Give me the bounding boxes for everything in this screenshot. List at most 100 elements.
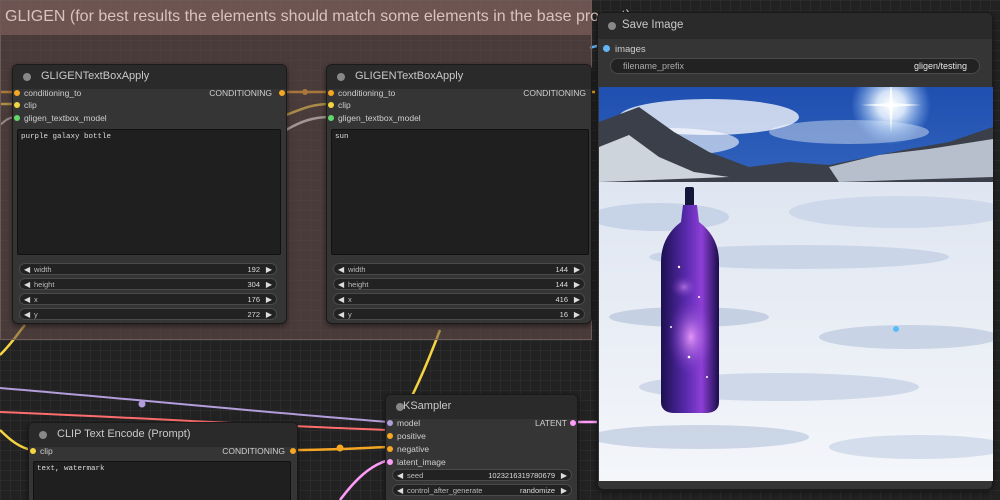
x-widget[interactable]: ◀ x 176 ▶ [19,293,277,305]
widget-label: y [34,310,38,319]
height-widget[interactable]: ◀ height 144 ▶ [333,278,585,290]
widget-label: height [348,280,369,289]
collapse-dot-icon[interactable] [337,73,345,81]
decrement-arrow-icon[interactable]: ◀ [338,280,344,289]
gligen-textbox-apply-node-1[interactable]: GLIGENTextBoxApply conditioning_to CONDI… [12,64,287,324]
output-conditioning: CONDITIONING [523,88,586,98]
input-gligen-textbox-model: gligen_textbox_model [24,113,107,123]
widget-label: seed [407,471,424,480]
input-slot-dot-icon[interactable] [14,115,20,121]
decrement-arrow-icon[interactable]: ◀ [338,295,344,304]
decrement-arrow-icon[interactable]: ◀ [397,471,403,480]
generated-image [599,87,993,481]
output-conditioning: CONDITIONING [222,446,285,456]
increment-arrow-icon[interactable]: ▶ [561,471,567,480]
input-slot-dot-icon[interactable] [387,446,393,452]
collapse-dot-icon[interactable] [39,431,47,439]
decrement-arrow-icon[interactable]: ◀ [338,265,344,274]
increment-arrow-icon[interactable]: ▶ [574,280,580,289]
decrement-arrow-icon[interactable]: ◀ [24,280,30,289]
input-slot-dot-icon[interactable] [328,115,334,121]
widget-value: 416 [555,295,568,304]
output-slot-dot-icon[interactable] [570,420,576,426]
input-conditioning-to: conditioning_to [24,88,82,98]
decrement-arrow-icon[interactable]: ◀ [24,295,30,304]
output-latent: LATENT [535,418,567,428]
widget-value: 1023216319780679 [488,471,555,480]
x-widget[interactable]: ◀ x 416 ▶ [333,293,585,305]
input-slot-dot-icon[interactable] [30,448,36,454]
output-image[interactable] [599,87,993,481]
input-conditioning-to: conditioning_to [338,88,396,98]
increment-arrow-icon[interactable]: ▶ [574,295,580,304]
increment-arrow-icon[interactable]: ▶ [266,295,272,304]
input-slot-dot-icon[interactable] [387,433,393,439]
increment-arrow-icon[interactable]: ▶ [266,280,272,289]
width-widget[interactable]: ◀ width 144 ▶ [333,263,585,275]
widget-label: y [348,310,352,319]
text-input[interactable]: sun [331,129,589,255]
reroute-dot [138,400,146,408]
gligen-textbox-apply-node-2[interactable]: GLIGENTextBoxApply conditioning_to CONDI… [326,64,592,324]
node-title-bar[interactable]: CLIP Text Encode (Prompt) [29,423,297,447]
decrement-arrow-icon[interactable]: ◀ [397,486,403,495]
seed-widget[interactable]: ◀ seed 1023216319780679 ▶ [392,469,572,481]
output-slot-dot-icon[interactable] [290,448,296,454]
input-clip: clip [24,100,37,110]
text-input[interactable]: purple galaxy bottle [17,129,281,255]
text-input[interactable]: text, watermark [33,461,291,500]
input-images: images [615,44,646,55]
node-title: GLIGENTextBoxApply [355,70,464,82]
input-slot-dot-icon[interactable] [14,102,20,108]
control-after-generate-widget[interactable]: ◀ control_after_generate randomize ▶ [392,484,572,496]
filename-prefix-input[interactable]: filename_prefix gligen/testing [610,58,980,74]
input-slot-dot-icon[interactable] [387,420,393,426]
node-title: KSampler [403,400,452,412]
widget-label: x [348,295,352,304]
height-widget[interactable]: ◀ height 304 ▶ [19,278,277,290]
widget-value: 176 [247,295,260,304]
widget-label: width [34,265,52,274]
widget-value: 144 [555,265,568,274]
input-slot-dot-icon[interactable] [603,45,610,52]
node-title-bar[interactable]: GLIGENTextBoxApply [327,65,591,89]
node-title-bar[interactable]: GLIGENTextBoxApply [13,65,286,89]
widget-value: 272 [247,310,260,319]
collapse-dot-icon[interactable] [608,22,616,30]
node-title-bar[interactable]: Save Image [598,13,992,39]
input-negative: negative [397,444,430,454]
collapse-dot-icon[interactable] [23,73,31,81]
widget-label: x [34,295,38,304]
increment-arrow-icon[interactable]: ▶ [574,265,580,274]
output-conditioning: CONDITIONING [209,88,272,98]
output-slot-dot-icon[interactable] [279,90,285,96]
input-slot-dot-icon[interactable] [328,102,334,108]
node-title-bar[interactable]: KSampler [386,395,577,419]
input-model: model [397,418,421,428]
save-image-node[interactable]: Save Image images filename_prefix gligen… [597,12,993,490]
increment-arrow-icon[interactable]: ▶ [561,486,567,495]
widget-label: control_after_generate [407,486,483,495]
reroute-dot [336,444,344,452]
increment-arrow-icon[interactable]: ▶ [266,310,272,319]
wire-clip [408,329,442,401]
widget-value: 16 [559,310,568,319]
node-graph-canvas[interactable]: GLIGEN (for best results the elements sh… [0,0,1000,500]
y-widget[interactable]: ◀ y 272 ▶ [19,308,277,320]
input-slot-dot-icon[interactable] [328,90,334,96]
clip-text-encode-node[interactable]: CLIP Text Encode (Prompt) clip CONDITION… [28,422,298,500]
widget-value: 192 [247,265,260,274]
group-header[interactable]: GLIGEN (for best results the elements sh… [1,1,631,35]
input-slot-dot-icon[interactable] [14,90,20,96]
width-widget[interactable]: ◀ width 192 ▶ [19,263,277,275]
input-slot-dot-icon[interactable] [387,459,393,465]
input-clip: clip [338,100,351,110]
decrement-arrow-icon[interactable]: ◀ [338,310,344,319]
decrement-arrow-icon[interactable]: ◀ [24,310,30,319]
y-widget[interactable]: ◀ y 16 ▶ [333,308,585,320]
ksampler-node[interactable]: KSampler model LATENT positive negative … [385,394,578,500]
increment-arrow-icon[interactable]: ▶ [266,265,272,274]
input-gligen-textbox-model: gligen_textbox_model [338,113,421,123]
increment-arrow-icon[interactable]: ▶ [574,310,580,319]
decrement-arrow-icon[interactable]: ◀ [24,265,30,274]
